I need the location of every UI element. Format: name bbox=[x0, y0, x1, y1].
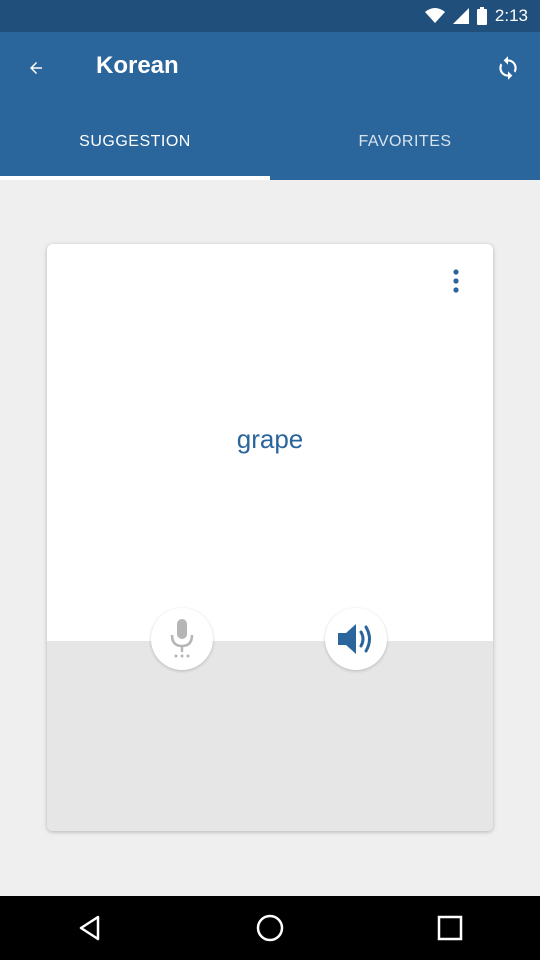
back-button[interactable] bbox=[14, 46, 58, 90]
app-bar: Korean bbox=[0, 32, 540, 104]
more-options-button[interactable] bbox=[441, 266, 471, 296]
page-title: Korean bbox=[96, 52, 179, 79]
more-vertical-icon bbox=[453, 269, 459, 293]
tab-favorites[interactable]: FAVORITES bbox=[270, 104, 540, 180]
status-time: 2:13 bbox=[494, 6, 528, 25]
tab-suggestion[interactable]: SUGGESTION bbox=[0, 104, 270, 180]
wifi-icon bbox=[424, 8, 445, 23]
nav-back-button[interactable] bbox=[60, 898, 120, 958]
battery-icon bbox=[476, 7, 487, 25]
status-bar: 2:13 bbox=[0, 0, 540, 32]
tab-favorites-label: FAVORITES bbox=[358, 133, 452, 150]
nav-home-button[interactable] bbox=[240, 898, 300, 958]
refresh-icon bbox=[499, 56, 517, 80]
tab-suggestion-label: SUGGESTION bbox=[79, 133, 191, 150]
status-icons: 2:13 bbox=[424, 6, 528, 26]
card-word: grape bbox=[236, 424, 304, 454]
speaker-icon bbox=[338, 624, 371, 654]
tab-indicator bbox=[0, 176, 270, 180]
nav-recents-button[interactable] bbox=[420, 898, 480, 958]
nav-back-icon bbox=[79, 915, 100, 941]
tab-bar: SUGGESTION FAVORITES bbox=[0, 104, 540, 180]
card-lower-area bbox=[47, 641, 493, 831]
system-nav-bar bbox=[0, 896, 540, 960]
nav-recents-icon bbox=[437, 915, 463, 941]
back-arrow-icon bbox=[30, 62, 42, 74]
flash-card: grape bbox=[47, 244, 493, 831]
speaker-button[interactable] bbox=[325, 608, 387, 670]
signal-icon bbox=[452, 8, 469, 24]
nav-home-icon bbox=[256, 914, 284, 942]
microphone-button[interactable] bbox=[151, 608, 213, 670]
microphone-icon bbox=[170, 619, 194, 658]
refresh-button[interactable] bbox=[486, 46, 530, 90]
